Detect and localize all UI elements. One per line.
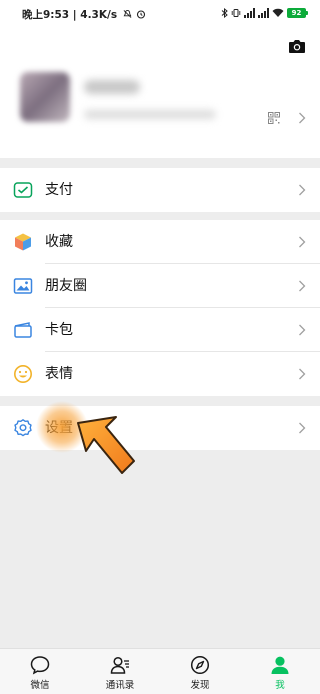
tab-chats[interactable]: 微信 [0, 649, 80, 694]
alarm-icon [137, 10, 146, 19]
menu-label-moments: 朋友圈 [45, 278, 87, 294]
menu-label-pay: 支付 [45, 182, 73, 198]
qr-code-icon[interactable] [268, 112, 280, 124]
status-icons: 92 [221, 8, 308, 18]
notification-off-icon [123, 9, 132, 18]
card-wallet-icon [14, 322, 32, 338]
status-time-text: 晚上9:53 | 4.3K/s [22, 9, 118, 21]
signal-icon [244, 8, 255, 18]
profile-header[interactable] [0, 30, 320, 158]
vibrate-icon [231, 9, 241, 17]
tab-me[interactable]: 我 [240, 649, 320, 694]
chevron-right-icon [299, 422, 306, 434]
tab-label-chats: 微信 [30, 680, 50, 691]
moments-photo-icon [13, 278, 33, 294]
menu-label-stickers: 表情 [45, 366, 73, 382]
menu-group-services: 收藏 朋友圈 卡包 表情 [0, 220, 320, 396]
favorites-cube-icon [15, 233, 31, 251]
tab-discover[interactable]: 发现 [160, 649, 240, 694]
nickname-redacted [84, 80, 140, 94]
tutorial-pointer-arrow-icon [36, 401, 135, 474]
menu-item-cards[interactable]: 卡包 [0, 308, 320, 352]
bluetooth-icon [221, 8, 228, 18]
avatar[interactable] [20, 72, 70, 122]
menu-item-pay[interactable]: 支付 [0, 168, 320, 212]
menu-group-pay: 支付 [0, 168, 320, 212]
tab-label-contacts: 通讯录 [105, 680, 135, 691]
tab-label-discover: 发现 [190, 680, 210, 691]
chevron-right-icon [299, 280, 306, 292]
signal-icon-2 [258, 8, 269, 18]
sticker-smiley-icon [14, 365, 32, 383]
battery-icon: 92 [287, 8, 308, 18]
chevron-right-icon [299, 184, 306, 196]
menu-label-cards: 卡包 [45, 322, 73, 338]
chevron-right-icon [299, 324, 306, 336]
battery-level: 92 [291, 9, 302, 17]
status-time: 晚上9:53 | 4.3K/s [22, 7, 146, 22]
compass-icon [190, 655, 210, 675]
menu-item-moments[interactable]: 朋友圈 [0, 264, 320, 308]
chevron-right-icon [299, 236, 306, 248]
menu-item-favorites[interactable]: 收藏 [0, 220, 320, 264]
menu-item-stickers[interactable]: 表情 [0, 352, 320, 396]
tab-label-me: 我 [275, 680, 285, 691]
wifi-icon [272, 8, 284, 17]
tab-contacts[interactable]: 通讯录 [80, 649, 160, 694]
me-person-icon [271, 656, 289, 674]
status-bar: 晚上9:53 | 4.3K/s 92 [0, 0, 320, 30]
chevron-right-icon [299, 112, 306, 124]
camera-icon[interactable] [288, 38, 306, 54]
menu-label-favorites: 收藏 [45, 234, 73, 250]
bottom-tab-bar: 微信 通讯录 发现 我 [0, 648, 320, 694]
chevron-right-icon [299, 368, 306, 380]
settings-gear-icon [14, 419, 32, 437]
pay-icon [13, 182, 33, 198]
wechat-id-redacted [84, 110, 216, 119]
contacts-icon [110, 656, 129, 674]
chat-bubble-icon [30, 656, 50, 675]
